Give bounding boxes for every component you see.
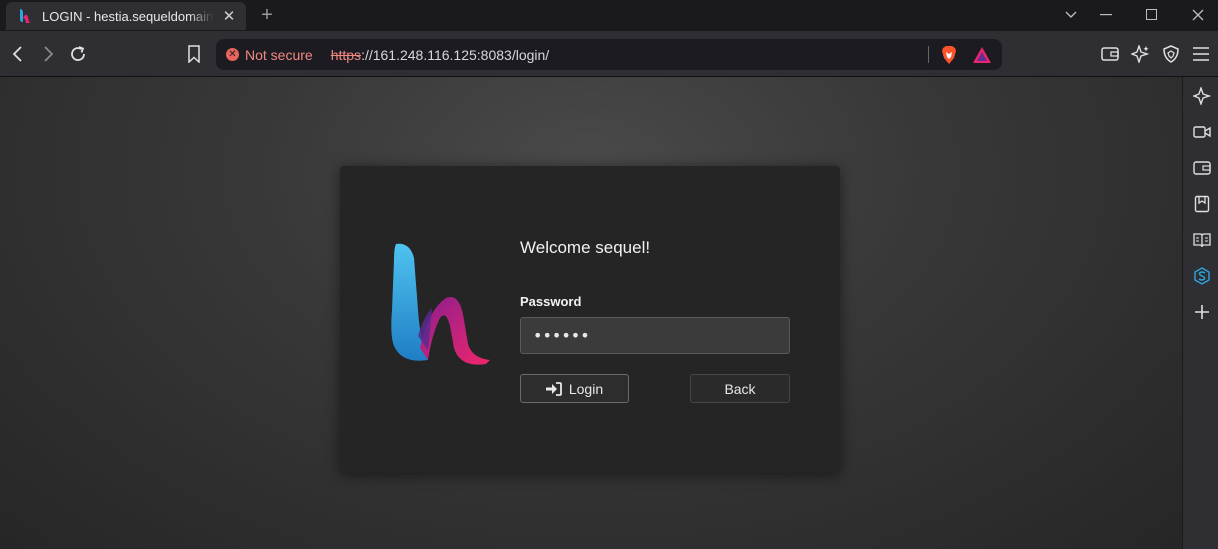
not-secure-label[interactable]: Not secure [245,47,313,63]
sidebar-sequel-icon[interactable] [1191,265,1213,287]
tab-search-chevron-down-icon[interactable] [1056,4,1086,26]
new-tab-plus-icon[interactable]: + [256,4,278,26]
login-card: Welcome sequel! Password Login Back [340,166,840,473]
url-rest: ://161.248.116.125:8083/login/ [361,46,550,63]
hestia-logo [391,243,490,365]
bookmark-icon[interactable] [182,42,206,66]
login-button-label: Login [568,380,604,397]
password-field[interactable] [520,317,790,354]
password-label: Password [520,294,582,309]
url-divider [928,46,929,63]
brave-shields-lion-icon[interactable] [940,45,958,65]
page-content: Welcome sequel! Password Login Back [0,77,1182,549]
back-button-label: Back [724,380,756,397]
forward-icon[interactable] [36,42,60,66]
menu-icon[interactable] [1189,42,1213,66]
browser-tab[interactable]: LOGIN - hestia.sequeldomain.my ✕ [6,2,246,30]
sidebar-reading-list-icon[interactable] [1191,229,1213,251]
wallet-icon[interactable] [1098,42,1122,66]
back-button[interactable]: Back [690,374,790,403]
brave-rewards-triangle-icon[interactable] [972,45,992,65]
tab-strip: LOGIN - hestia.sequeldomain.my ✕ + [0,0,1218,31]
window-close-icon[interactable] [1183,4,1213,26]
back-icon[interactable] [6,42,30,66]
tab-title: LOGIN - hestia.sequeldomain.my [42,8,214,24]
maximize-icon[interactable] [1137,4,1167,26]
sign-in-icon [545,381,562,396]
sidebar-bookmarks-icon[interactable] [1191,193,1213,215]
url-text[interactable]: https://161.248.116.125:8083/login/ [331,47,549,63]
url-scheme: https [330,46,362,63]
browser-sidebar [1182,77,1218,549]
login-button[interactable]: Login [520,374,629,403]
hestia-favicon-icon [20,9,31,23]
reload-icon[interactable] [66,42,90,66]
sidebar-leo-ai-icon[interactable] [1191,85,1213,107]
not-secure-icon[interactable]: ✕ [226,48,239,61]
welcome-heading: Welcome sequel! [520,238,651,257]
sidebar-video-call-icon[interactable] [1191,121,1213,143]
brave-shield-icon[interactable] [1159,42,1183,66]
minimize-icon[interactable] [1091,4,1121,26]
tab-close-icon[interactable]: ✕ [220,7,238,25]
browser-toolbar: ✕ Not secure https://161.248.116.125:808… [0,31,1218,77]
sidebar-add-icon[interactable] [1191,301,1213,323]
leo-ai-icon[interactable] [1128,42,1152,66]
address-bar[interactable]: ✕ Not secure https://161.248.116.125:808… [216,39,1002,70]
sidebar-wallet-icon[interactable] [1191,157,1213,179]
